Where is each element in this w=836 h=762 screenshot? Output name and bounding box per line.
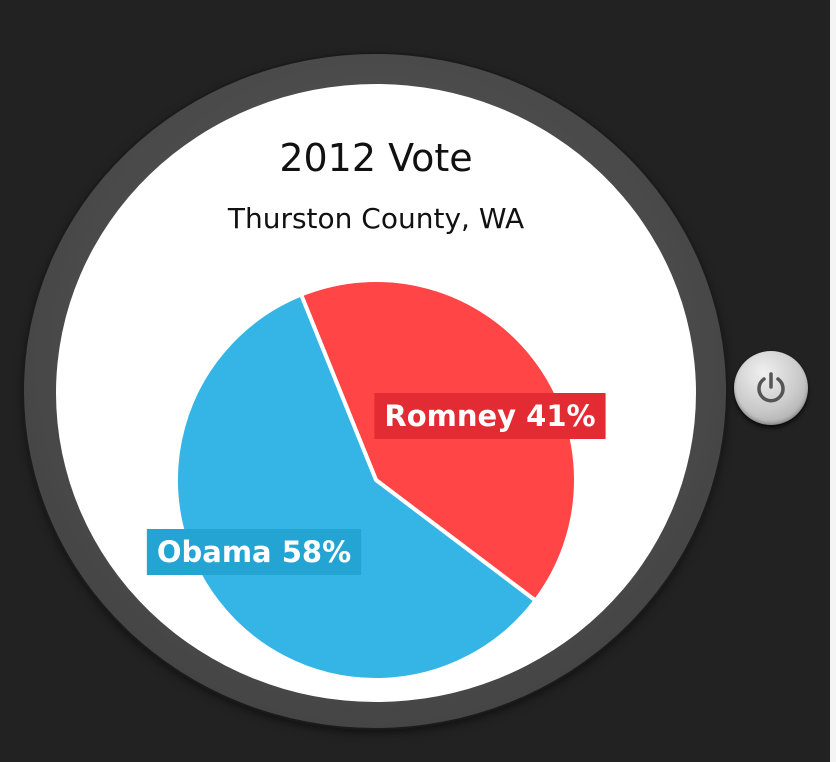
slice-label-romney: Romney 41% <box>374 393 606 439</box>
slice-label-obama: Obama 58% <box>146 529 362 575</box>
slice-label-text: Obama 58% <box>157 535 351 569</box>
pie-chart: Romney 41% Obama 58% <box>146 278 606 682</box>
slice-label-text: Romney 41% <box>384 399 595 433</box>
page-edge <box>830 0 836 762</box>
power-button[interactable] <box>734 351 808 425</box>
watch-face: 2012 Vote Thurston County, WA Romney 41%… <box>56 84 696 702</box>
power-icon <box>757 372 785 403</box>
